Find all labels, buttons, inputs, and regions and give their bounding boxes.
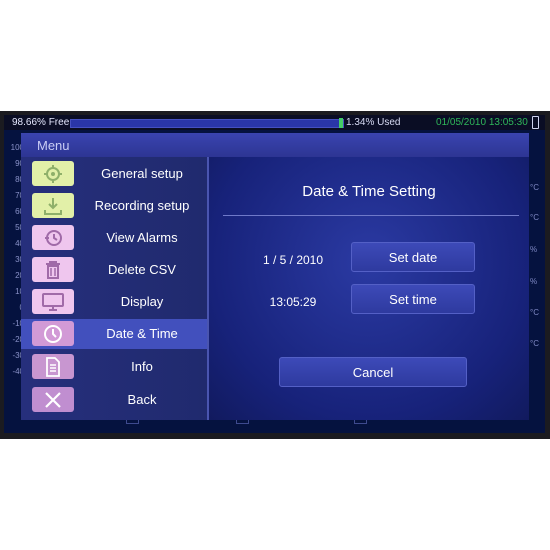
- menu-item-display[interactable]: Display: [21, 287, 207, 317]
- set-time-button[interactable]: Set time: [351, 284, 475, 314]
- download-icon: [32, 193, 74, 218]
- storage-used-marker: [339, 118, 343, 128]
- date-time-panel: Date & Time Setting 1 / 5 / 2010 Set dat…: [209, 157, 529, 420]
- unit-label: °C: [530, 339, 539, 348]
- menu-item-label: Info: [131, 359, 153, 374]
- gear-icon: [32, 161, 74, 186]
- menu-item-label: Display: [120, 294, 164, 309]
- menu-header: Menu: [21, 133, 529, 157]
- unit-label: %: [530, 277, 538, 286]
- menu-item-info[interactable]: Info: [21, 352, 207, 382]
- device-frame: 98.66% Free 1.34% Used 01/05/2010 13:05:…: [0, 111, 550, 439]
- panel-title: Date & Time Setting: [302, 183, 436, 200]
- menu-item-back[interactable]: Back: [21, 385, 207, 415]
- storage-free-text: 98.66% Free: [12, 117, 70, 128]
- menu-item-label: View Alarms: [106, 230, 178, 245]
- trash-icon: [32, 257, 74, 282]
- unit-label: °C: [530, 183, 539, 192]
- menu-item-label: General setup: [101, 166, 183, 181]
- status-bar: 98.66% Free 1.34% Used 01/05/2010 13:05:…: [4, 115, 545, 130]
- unit-label: °C: [530, 213, 539, 222]
- menu-item-date-time[interactable]: Date & Time: [21, 319, 207, 349]
- date-value: 1 / 5 / 2010: [262, 253, 324, 267]
- time-value: 13:05:29: [269, 295, 317, 309]
- status-datetime: 01/05/2010 13:05:30: [436, 117, 528, 128]
- storage-used-text: 1.34% Used: [346, 117, 401, 128]
- storage-bar: [70, 119, 344, 128]
- history-clock-icon: [32, 225, 74, 250]
- menu-item-label: Back: [127, 392, 157, 407]
- cancel-button[interactable]: Cancel: [279, 357, 467, 387]
- panel-divider: [223, 215, 519, 216]
- set-date-button[interactable]: Set date: [351, 242, 475, 272]
- monitor-icon: [32, 289, 74, 314]
- clock-icon: [32, 321, 74, 346]
- menu-title: Menu: [37, 138, 70, 153]
- menu-item-view-alarms[interactable]: View Alarms: [21, 223, 207, 253]
- menu-item-label: Date & Time: [106, 326, 178, 341]
- unit-label: %: [530, 245, 538, 254]
- menu-item-general-setup[interactable]: General setup: [21, 159, 207, 189]
- menu-sidebar: General setup Recording setup View Alarm…: [21, 157, 207, 420]
- document-icon: [32, 354, 74, 379]
- touch-screen: 98.66% Free 1.34% Used 01/05/2010 13:05:…: [4, 115, 545, 433]
- menu-item-recording-setup[interactable]: Recording setup: [21, 191, 207, 221]
- unit-label: °C: [530, 308, 539, 317]
- menu-item-delete-csv[interactable]: Delete CSV: [21, 255, 207, 285]
- close-x-icon: [32, 387, 74, 412]
- battery-icon: [532, 116, 539, 129]
- menu-item-label: Recording setup: [94, 198, 190, 213]
- menu-item-label: Delete CSV: [108, 262, 176, 277]
